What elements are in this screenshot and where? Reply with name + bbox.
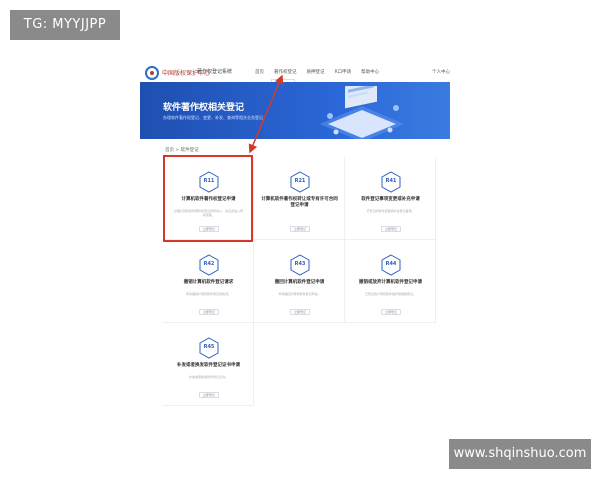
breadcrumb[interactable]: 首页 > 软件登记 [165, 147, 199, 153]
banner-title: 软件著作权相关登记 [163, 103, 245, 113]
nav-item-pledge-registration[interactable]: 质押登记 [307, 69, 325, 75]
register-button[interactable]: 立即登记 [381, 226, 401, 232]
hexagon-icon: R11 [198, 171, 220, 193]
card-title: 补发或者换发软件登记证书申请 [177, 363, 240, 368]
hexagon-icon: R44 [380, 254, 402, 276]
logo-icon[interactable] [145, 66, 159, 80]
card-description: 申请撤回计算机软件登记申请。 [278, 292, 321, 296]
nav-item-home[interactable]: 首页 [255, 69, 264, 75]
hexagon-icon: R45 [198, 337, 220, 359]
hexagon-icon: R43 [289, 254, 311, 276]
hexagon-icon: R42 [198, 254, 220, 276]
card-code: R42 [203, 261, 215, 267]
watermark-top-left: TG: MYYJJPP [10, 10, 120, 40]
nav-item-r-application[interactable]: R口申请 [335, 69, 352, 75]
card-description: 办理计算机软件著作权登记的申请人，请点击进入申请流程。 [173, 209, 243, 217]
main-nav: 首页 著作权登记 质押登记 R口申请 帮助中心 [255, 69, 379, 75]
card-description: 补发或者换发软件登记证书。 [188, 375, 228, 379]
card-title: 撤销计算机软件登记请求 [183, 280, 234, 285]
hexagon-icon: R41 [380, 171, 402, 193]
nav-item-copyright-registration[interactable]: 著作权登记 [274, 69, 297, 75]
register-button[interactable]: 立即登记 [381, 309, 401, 315]
card-code: R45 [203, 344, 215, 350]
register-button[interactable]: 立即登记 [290, 309, 310, 315]
card-r43[interactable]: R43 撤回计算机软件登记申请 申请撤回计算机软件登记申请。 立即登记 [254, 240, 345, 323]
card-r21[interactable]: R21 计算机软件著作权转让或专有许可合同登记申请 立即登记 [254, 157, 345, 240]
card-r41[interactable]: R41 软件登记事项变更或补充申请 已登记的软件变更或补充登记事项。 立即登记 [345, 157, 436, 240]
nav-item-help[interactable]: 帮助中心 [361, 69, 379, 75]
card-description: 申请撤销计算机软件登记的情况。 [185, 292, 231, 296]
user-center-link[interactable]: 个人中心 [432, 69, 450, 75]
card-code: R21 [294, 178, 306, 184]
card-code: R44 [385, 261, 397, 267]
isometric-illustration [320, 86, 404, 139]
brand-subtitle: 著作权登记系统 [197, 69, 233, 75]
screenshot-stage: TG: MYYJJPP 中国版权保护中心 著作权登记系统 首页 著作权登记 质押… [0, 0, 600, 480]
register-button[interactable]: 立即登记 [199, 309, 219, 315]
card-title: 撤销或放弃计算机软件登记申请 [359, 280, 422, 285]
register-button[interactable]: 立即登记 [199, 392, 219, 398]
card-title: 计算机软件著作权转让或专有许可合同登记申请 [261, 197, 338, 208]
card-r11[interactable]: R11 计算机软件著作权登记申请 办理计算机软件著作权登记的申请人，请点击进入申… [163, 157, 254, 240]
card-r42[interactable]: R42 撤销计算机软件登记请求 申请撤销计算机软件登记的情况。 立即登记 [163, 240, 254, 323]
card-r44[interactable]: R44 撤销或放弃计算机软件登记申请 已登记的计算机软件放弃或撤销登记。 立即登… [345, 240, 436, 323]
hero-banner: 软件著作权相关登记 办理软件著作权登记、变更、补发、查询等相关业务登记 [140, 82, 450, 139]
register-button[interactable]: 立即登记 [290, 226, 310, 232]
hexagon-icon: R21 [289, 171, 311, 193]
site-header: 中国版权保护中心 著作权登记系统 首页 著作权登记 质押登记 R口申请 帮助中心… [140, 64, 450, 99]
card-title: 撤回计算机软件登记申请 [274, 280, 325, 285]
watermark-bottom-right: www.shqinshuo.com [449, 439, 591, 469]
card-description: 已登记的计算机软件放弃或撤销登记。 [364, 292, 416, 296]
card-title: 软件登记事项变更或补充申请 [361, 197, 420, 202]
card-code: R43 [294, 261, 306, 267]
card-r45[interactable]: R45 补发或者换发软件登记证书申请 补发或者换发软件登记证书。 立即登记 [163, 323, 254, 406]
banner-subtitle: 办理软件著作权登记、变更、补发、查询等相关业务登记 [163, 115, 263, 120]
register-button[interactable]: 立即登记 [199, 226, 219, 232]
card-title: 计算机软件著作权登记申请 [181, 197, 236, 202]
card-code: R11 [203, 178, 215, 184]
card-code: R41 [385, 178, 397, 184]
card-description: 已登记的软件变更或补充登记事项。 [366, 209, 415, 213]
